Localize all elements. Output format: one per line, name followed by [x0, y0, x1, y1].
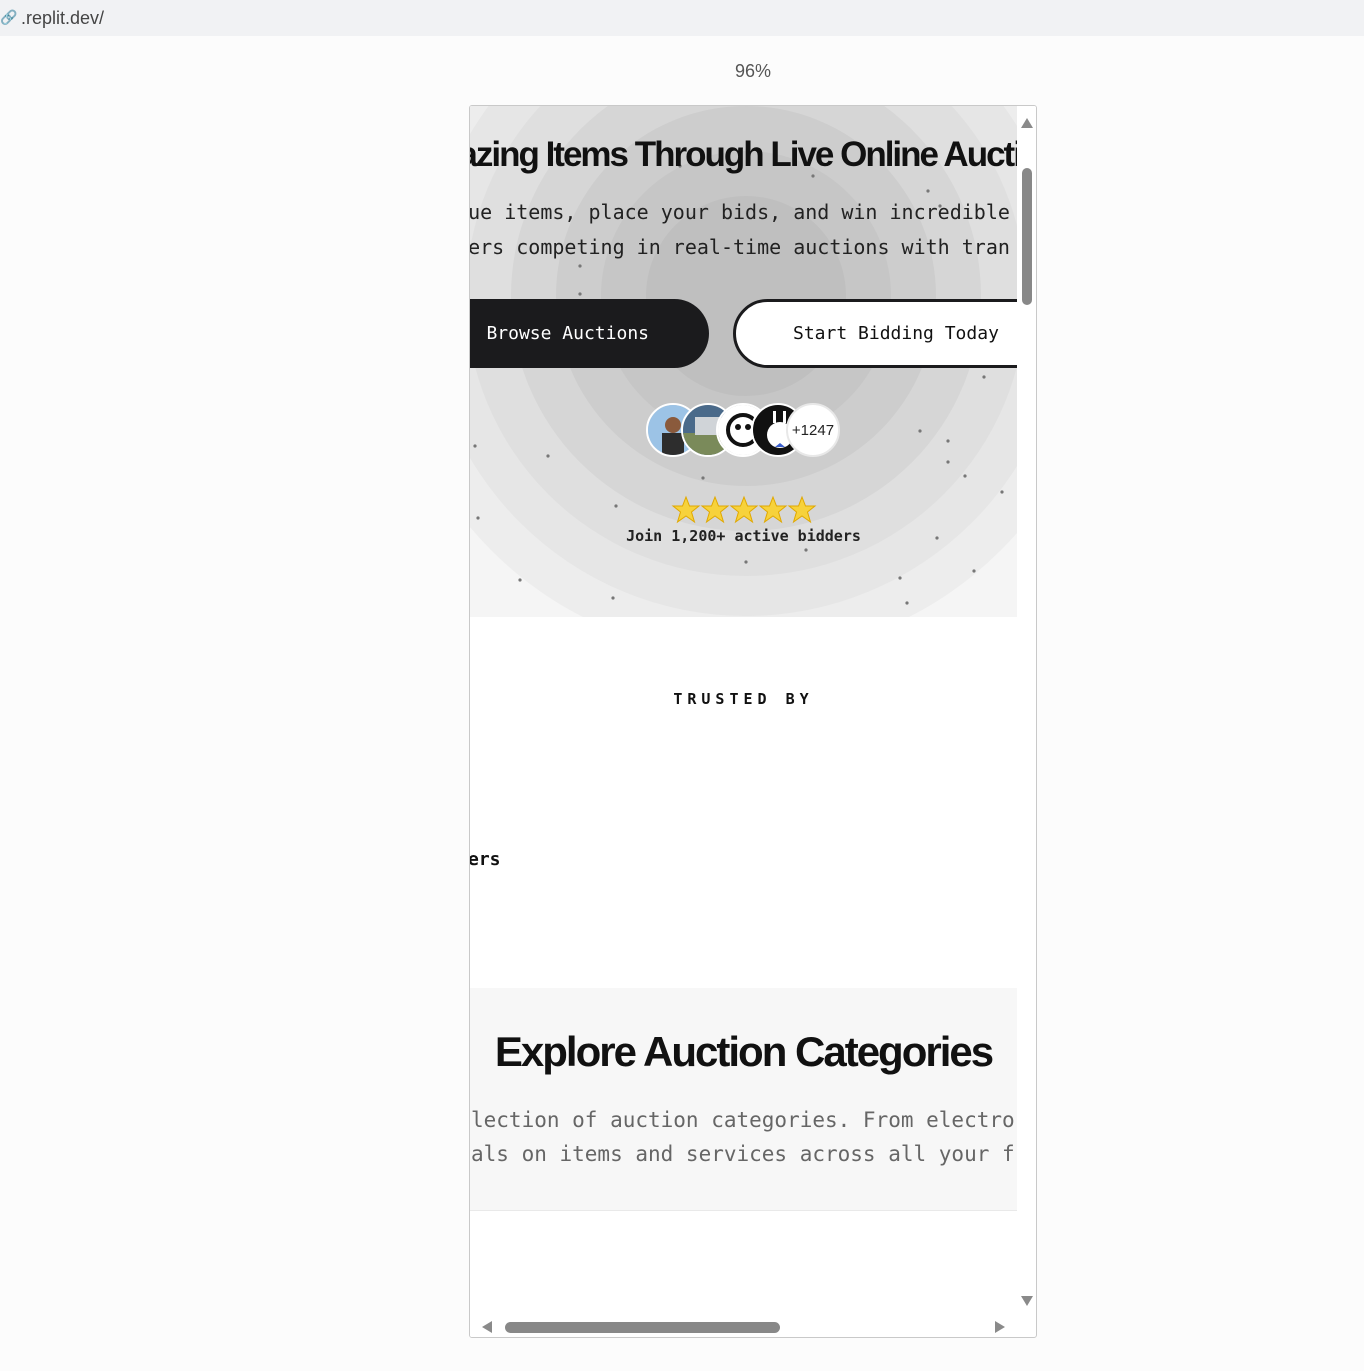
scroll-up-icon[interactable]	[1021, 118, 1033, 128]
star-icon	[787, 495, 817, 524]
horizontal-scrollbar[interactable]	[470, 1317, 1017, 1337]
active-bidders-text: Join 1,200+ active bidders	[626, 527, 861, 545]
categories-subtitle-line1: lection of auction categories. From elec…	[471, 1108, 1015, 1132]
browse-auctions-button[interactable]: Browse Auctions	[470, 299, 709, 368]
trusted-by-section: TRUSTED BY ers	[470, 617, 1017, 988]
categories-section: Explore Auction Categories lection of au…	[470, 988, 1017, 1211]
start-bidding-button[interactable]: Start Bidding Today	[733, 299, 1017, 368]
hero-subtitle-line2: dders competing in real-time auctions wi…	[470, 235, 1010, 259]
trusted-by-heading: TRUSTED BY	[673, 690, 814, 708]
star-icon	[671, 495, 701, 524]
vertical-scrollbar[interactable]	[1017, 106, 1036, 1317]
bidder-avatars: +1247	[646, 403, 846, 463]
horizontal-scroll-thumb[interactable]	[505, 1322, 780, 1333]
page-viewport: Amazing Items Through Live Online Auctio…	[470, 106, 1017, 1317]
vertical-scroll-thumb[interactable]	[1022, 168, 1032, 305]
link-icon: 🔗	[0, 10, 18, 26]
categories-subtitle-line2: als on items and services across all you…	[471, 1142, 1015, 1166]
scroll-left-icon[interactable]	[482, 1321, 492, 1333]
trusted-partial-text: ers	[470, 849, 501, 870]
hero-subtitle-line1: ique items, place your bids, and win inc…	[470, 200, 1010, 224]
scroll-down-icon[interactable]	[1021, 1296, 1033, 1306]
rating-stars	[671, 495, 817, 524]
categories-title: Explore Auction Categories	[494, 1028, 994, 1075]
hero-section: Amazing Items Through Live Online Auctio…	[470, 106, 1017, 617]
avatar-count-badge: +1247	[786, 403, 840, 457]
scroll-right-icon[interactable]	[995, 1321, 1005, 1333]
device-preview-frame: Amazing Items Through Live Online Auctio…	[469, 105, 1037, 1338]
address-bar[interactable]: 🔗 .replit.dev/	[0, 0, 1364, 36]
star-icon	[700, 495, 730, 524]
star-icon	[729, 495, 759, 524]
url-text[interactable]: .replit.dev/	[21, 8, 104, 29]
zoom-level: 96%	[734, 61, 772, 81]
star-icon	[758, 495, 788, 524]
hero-title: Amazing Items Through Live Online Auctio…	[470, 135, 1017, 175]
